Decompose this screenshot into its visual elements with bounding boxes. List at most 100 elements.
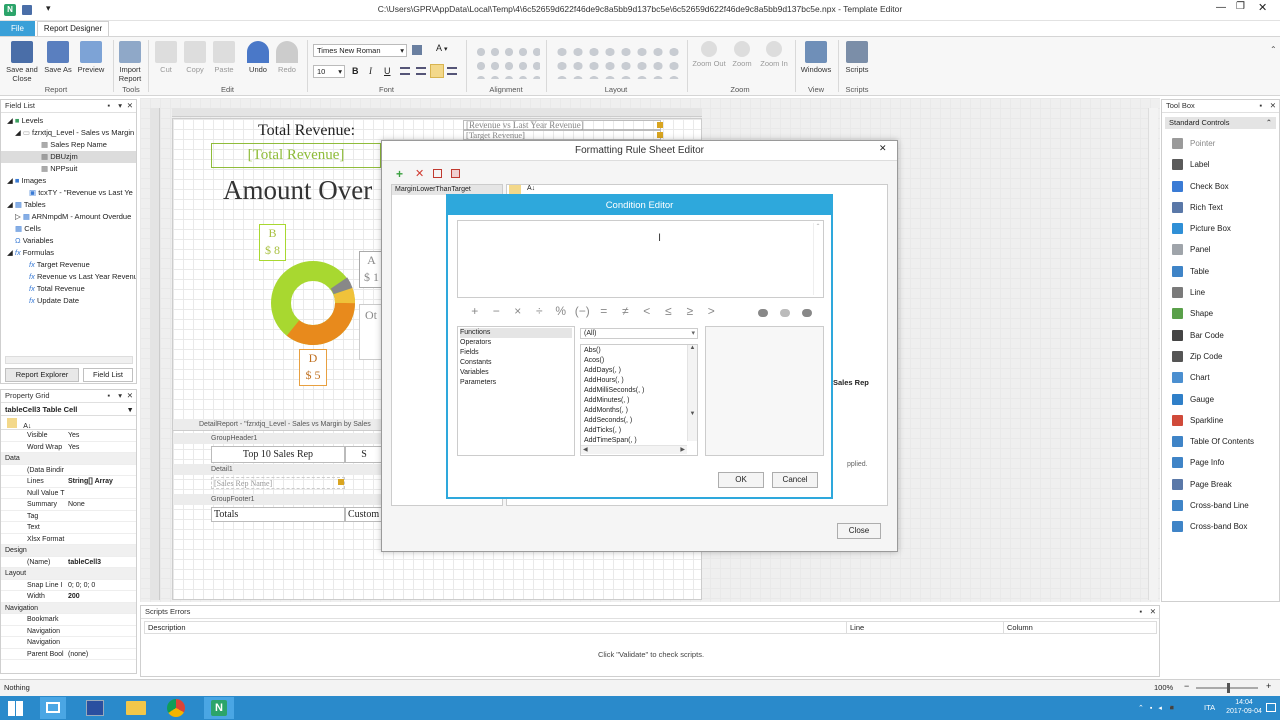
detail-report-band[interactable]: DetailReport - "fzrxtjq_Level - Sales vs… xyxy=(173,419,383,431)
clock[interactable]: 14:04 2017-09-04 xyxy=(1226,698,1262,716)
file-explorer-icon[interactable] xyxy=(126,701,146,715)
operator-button[interactable]: < xyxy=(636,304,658,318)
font-name-select[interactable]: Times New Roman ▾ xyxy=(313,44,407,57)
windows-start-icon[interactable] xyxy=(8,701,23,716)
pin-icon[interactable]: ▪ xyxy=(1259,100,1262,112)
tree-item-tables[interactable]: ◢ ▦ Tables xyxy=(1,199,136,211)
smart-tag-icon[interactable] xyxy=(657,122,663,128)
zoom-out-button[interactable]: Zoom Out xyxy=(690,41,728,68)
tree-item-formula[interactable]: fx Total Revenue xyxy=(1,283,136,295)
tree-item-image[interactable]: ▣ tcxTY - "Revenue vs Last Ye xyxy=(1,187,136,199)
function-item[interactable]: AddSeconds(, ) xyxy=(584,416,694,426)
chrome-icon[interactable] xyxy=(167,699,185,717)
toolbox-item[interactable]: Line xyxy=(1162,282,1279,303)
operator-button[interactable]: ÷ xyxy=(529,304,551,318)
operator-button[interactable]: % xyxy=(550,304,572,318)
tab-report-designer[interactable]: Report Designer xyxy=(37,21,109,36)
copy-button[interactable]: Copy xyxy=(182,41,208,74)
align-left-button[interactable] xyxy=(400,67,410,75)
property-row[interactable]: Summary None xyxy=(1,499,136,511)
paren-icon[interactable] xyxy=(758,309,768,317)
amount-overdue-title[interactable]: Amount Over xyxy=(223,175,372,206)
operator-button[interactable]: > xyxy=(701,304,723,318)
group-footer-band[interactable]: GroupFooter1 xyxy=(173,494,383,505)
cut-button[interactable]: Cut xyxy=(154,41,178,74)
toolbox-item[interactable]: Shape xyxy=(1162,303,1279,324)
property-row[interactable]: Word Wrap Yes xyxy=(1,442,136,453)
expression-input[interactable]: I ⌃ xyxy=(457,220,824,298)
property-category[interactable]: Design xyxy=(1,545,136,557)
tab-field-list[interactable]: Field List xyxy=(83,368,133,382)
delete-rule-icon[interactable]: ✕ xyxy=(415,167,424,180)
paren-icon[interactable] xyxy=(780,309,790,317)
italic-button[interactable]: I xyxy=(369,66,372,76)
property-row[interactable]: Xlsx Format xyxy=(1,534,136,545)
top10-cell-2[interactable]: S xyxy=(345,446,383,463)
dialog-close-icon[interactable]: ✕ xyxy=(879,143,887,154)
tree-item-table[interactable]: ▷ ▦ ARNmpdM - Amount Overdue xyxy=(1,211,136,223)
categorized-icon[interactable] xyxy=(7,418,17,428)
close-button[interactable]: Close xyxy=(837,523,881,539)
function-item[interactable]: AddMinutes(, ) xyxy=(584,396,694,406)
scripts-button[interactable]: Scripts xyxy=(842,41,872,74)
toolbox-item[interactable]: Table xyxy=(1162,261,1279,282)
col-line[interactable]: Line xyxy=(846,622,864,633)
taskbar-app-n[interactable]: N xyxy=(204,697,234,719)
toolbox-item[interactable]: Page Info xyxy=(1162,452,1279,473)
operator-button[interactable]: × xyxy=(507,304,529,318)
operator-button[interactable]: ≠ xyxy=(615,304,637,318)
font-size-select[interactable]: 10 ▾ xyxy=(313,65,345,78)
pin-icon[interactable]: ▪ xyxy=(1139,606,1142,618)
property-row[interactable]: Navigation xyxy=(1,637,136,649)
function-item[interactable]: AddDays(, ) xyxy=(584,366,694,376)
dropdown-icon[interactable]: ▾ xyxy=(118,100,122,112)
property-category[interactable]: Data xyxy=(1,453,136,465)
top10-cell[interactable]: Top 10 Sales Rep xyxy=(211,446,345,463)
zoom-button[interactable]: Zoom xyxy=(730,41,754,68)
tab-file[interactable]: File xyxy=(0,21,35,36)
close-panel-icon[interactable]: ✕ xyxy=(127,390,133,402)
filter-select[interactable]: (All) ▾ xyxy=(580,328,698,339)
property-row[interactable]: (Data Bindir xyxy=(1,465,136,476)
font-color-icon[interactable]: A ▾ xyxy=(436,43,447,53)
property-object-select[interactable]: tableCell3 Table Cell ▾ xyxy=(1,403,136,416)
property-row[interactable]: (Name) tableCell3 xyxy=(1,557,136,568)
property-row[interactable]: Bookmark xyxy=(1,614,136,626)
function-item[interactable]: AddMonths(, ) xyxy=(584,406,694,416)
align-justify-button[interactable] xyxy=(430,64,444,78)
operator-button[interactable]: − xyxy=(486,304,508,318)
property-row[interactable]: Width 200 xyxy=(1,591,136,603)
zoom-slider-thumb[interactable] xyxy=(1227,683,1230,693)
tree-item-images[interactable]: ◢ ■ Images xyxy=(1,175,136,187)
close-panel-icon[interactable]: ✕ xyxy=(1270,100,1276,112)
minimize-button[interactable]: — xyxy=(1216,2,1226,13)
totals-cell[interactable]: Totals xyxy=(211,507,345,522)
custom-cell[interactable]: Custom xyxy=(345,507,383,522)
operator-button[interactable]: = xyxy=(593,304,615,318)
col-column[interactable]: Column xyxy=(1003,622,1033,633)
toolbox-item[interactable]: Label xyxy=(1162,154,1279,175)
toolbox-item[interactable]: Table Of Contents xyxy=(1162,431,1279,452)
total-revenue-label[interactable]: Total Revenue: xyxy=(258,122,355,140)
toolbox-item[interactable]: Picture Box xyxy=(1162,218,1279,239)
toolbox-item[interactable]: Panel xyxy=(1162,239,1279,260)
pin-icon[interactable]: ▪ xyxy=(107,390,110,402)
tree-item-formula[interactable]: fx Revenue vs Last Year Revenue xyxy=(1,271,136,283)
tree-item-formulas[interactable]: ◢ fx Formulas xyxy=(1,247,136,259)
rule-icon[interactable] xyxy=(451,169,460,178)
smart-tag-icon[interactable] xyxy=(338,479,344,485)
zoom-slider[interactable] xyxy=(1196,683,1258,693)
tray-icons[interactable]: ⌃▪◂◾ xyxy=(1138,704,1194,712)
function-list-hscrollbar[interactable]: ◀ ▶ xyxy=(581,445,687,454)
function-item[interactable]: Abs() xyxy=(584,346,694,356)
save-close-button[interactable]: Save and Close xyxy=(4,41,40,83)
operator-button[interactable]: (−) xyxy=(572,304,594,318)
toolbox-section-standard[interactable]: Standard Controls ⌃ xyxy=(1165,117,1276,129)
notification-icon[interactable] xyxy=(1266,703,1276,712)
paste-button[interactable]: Paste xyxy=(211,41,237,74)
total-revenue-field[interactable]: [Total Revenue] xyxy=(211,143,381,168)
category-item[interactable]: Variables xyxy=(460,368,572,378)
property-row[interactable]: Text xyxy=(1,522,136,534)
function-item[interactable]: AddHours(, ) xyxy=(584,376,694,386)
tree-item-formula[interactable]: fx Target Revenue xyxy=(1,259,136,271)
